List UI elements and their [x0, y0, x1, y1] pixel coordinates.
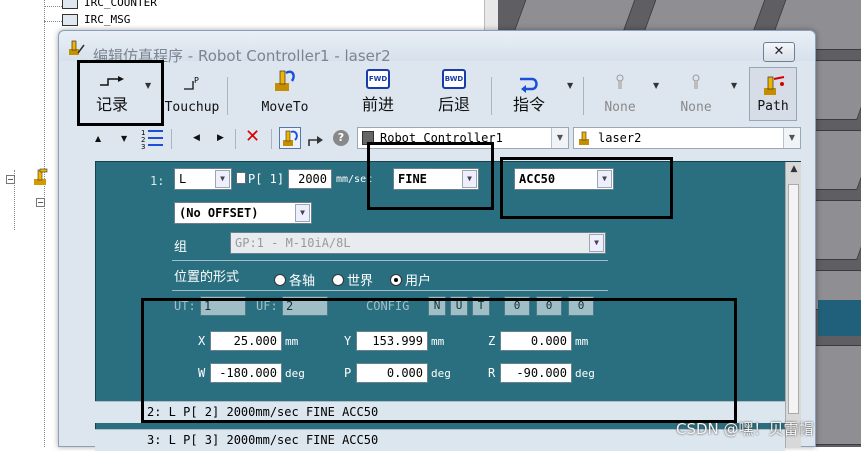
none-icon	[692, 74, 700, 89]
close-icon: ✕	[773, 44, 785, 59]
program-robot-icon	[577, 130, 593, 146]
watermark: CSDN @嘿！贝雷帽	[676, 420, 814, 438]
conveyor-shape	[818, 300, 861, 336]
move-up-icon[interactable]: ▲	[95, 134, 101, 143]
none2-button[interactable]: None	[673, 67, 719, 121]
position-label: P[ 1]	[248, 172, 285, 186]
robot-pose-icon	[283, 130, 298, 146]
next-icon[interactable]: ▶	[217, 133, 224, 143]
instruction-button[interactable]: 指令	[507, 67, 551, 121]
highlight-termination	[367, 142, 494, 210]
move-down-icon[interactable]: ▼	[121, 134, 127, 143]
chevron-down-icon: ▼	[295, 204, 310, 222]
tree-guide-line	[44, 6, 62, 7]
robot-edit-icon	[69, 40, 85, 55]
motion-type-select[interactable]: L ▼	[174, 168, 232, 190]
title-bar[interactable]: 编辑仿真程序 - Robot Controller1 - laser2 ✕	[59, 31, 815, 65]
forward-button[interactable]: FWD 前进	[357, 67, 399, 121]
highlight-acc	[500, 157, 673, 219]
svg-text:P: P	[194, 76, 199, 85]
bwd-icon: BWD	[442, 69, 466, 89]
panel-scrollbar[interactable]: ▲	[785, 162, 801, 448]
tree-expand-toggle[interactable]: −	[36, 198, 45, 207]
teach-arrow-icon[interactable]	[307, 130, 327, 148]
tree-expand-toggle[interactable]: −	[6, 175, 15, 184]
group-select[interactable]: GP:1 - M-10iA/8L ▼	[230, 232, 606, 254]
help-icon[interactable]: ?	[333, 130, 349, 146]
chevron-down-icon: ▼	[551, 128, 568, 148]
delete-icon[interactable]: ✕	[245, 126, 260, 147]
main-toolbar: 记录 ▼ P Touchup MoveTo FWD 前进 BWD 后退 指令 ▼…	[67, 67, 809, 123]
path-robot-icon	[764, 76, 785, 95]
chevron-down-icon: ▼	[215, 170, 230, 188]
renumber-list-icon[interactable]: 123	[141, 127, 165, 149]
touchup-button[interactable]: P Touchup	[163, 67, 221, 121]
touchup-icon: P	[184, 76, 199, 90]
tree-item-irc-counter[interactable]: IRC_COUNTER	[62, 0, 157, 9]
offset-select[interactable]: (No OFFSET) ▼	[174, 202, 312, 224]
moveto-robot-icon	[275, 70, 295, 91]
prev-icon[interactable]: ◀	[193, 133, 200, 143]
backward-button[interactable]: BWD 后退	[433, 67, 475, 121]
monitor-icon	[62, 0, 78, 9]
none-icon	[616, 74, 624, 89]
radio-joint[interactable]: 各轴	[274, 270, 315, 289]
none1-button[interactable]: None	[597, 67, 643, 121]
highlight-position	[141, 298, 737, 423]
chevron-down-icon: ▼	[783, 128, 800, 148]
svg-text:3: 3	[141, 143, 145, 149]
robot-icon	[32, 168, 48, 186]
position-form-label: 位置的形式	[174, 270, 240, 285]
robot-pose-toggle[interactable]	[279, 127, 301, 149]
moveto-button[interactable]: MoveTo	[253, 67, 317, 121]
monitor-icon	[62, 14, 78, 26]
path-button[interactable]: Path	[749, 67, 797, 121]
group-label: 组	[174, 240, 188, 255]
speed-input[interactable]: 2000	[288, 169, 332, 189]
position-checkbox[interactable]	[236, 172, 246, 184]
radio-world[interactable]: 世界	[332, 270, 373, 289]
fwd-icon: FWD	[366, 69, 390, 89]
radio-user[interactable]: 用户	[390, 270, 431, 289]
instruction-dropdown-arrow[interactable]: ▼	[567, 81, 573, 90]
tree-item-irc-msg[interactable]: IRC_MSG	[62, 13, 130, 26]
tree-guide-line	[44, 21, 62, 22]
tree-guide-line	[44, 0, 45, 447]
none1-dropdown-arrow[interactable]: ▼	[653, 81, 659, 90]
program-select[interactable]: laser2 ▼	[573, 127, 801, 149]
scroll-up-icon[interactable]: ▲	[786, 164, 802, 180]
scroll-thumb[interactable]	[788, 184, 799, 414]
close-button[interactable]: ✕	[763, 42, 795, 62]
none2-dropdown-arrow[interactable]: ▼	[731, 81, 737, 90]
line-number: 1:	[150, 174, 165, 188]
highlight-record	[77, 60, 164, 126]
chevron-down-icon: ▼	[589, 234, 604, 252]
